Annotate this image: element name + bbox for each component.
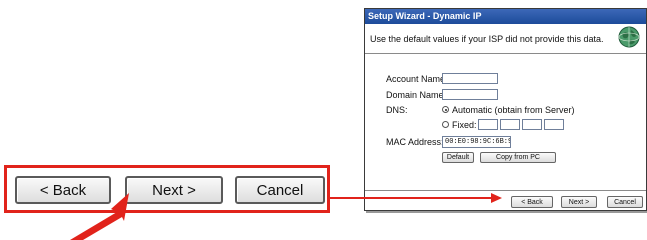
annotation-overlay — [70, 193, 502, 240]
connector-arrow — [330, 193, 502, 203]
red-pointer-arrow — [70, 193, 129, 240]
